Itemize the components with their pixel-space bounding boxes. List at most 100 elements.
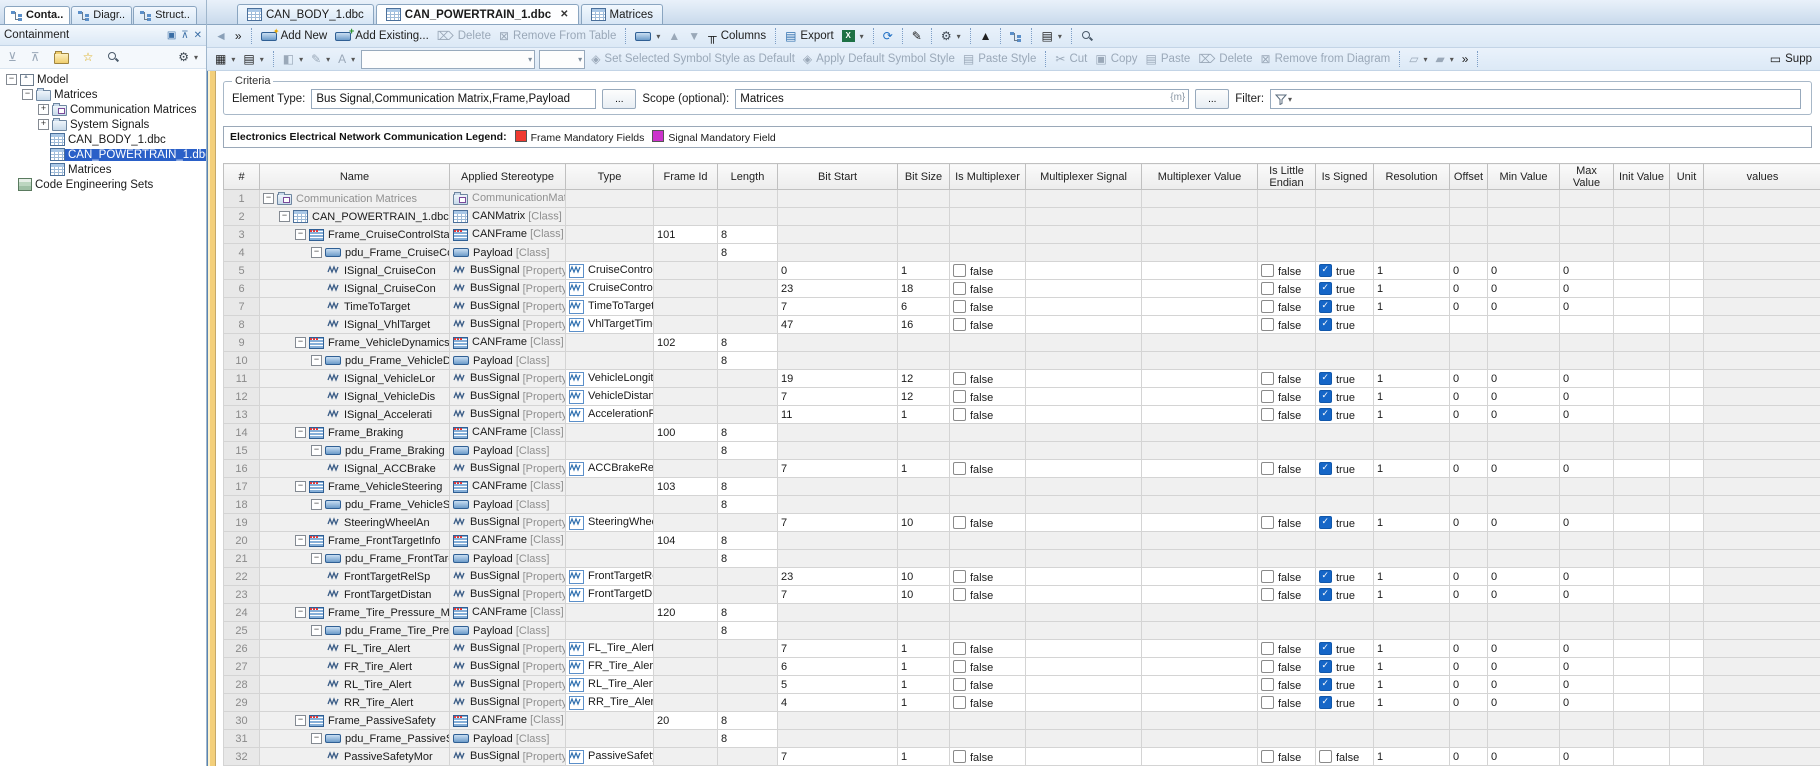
cell-max_value[interactable] bbox=[1560, 604, 1614, 622]
cell-is_signed[interactable] bbox=[1316, 424, 1374, 442]
cell-bit_start[interactable] bbox=[778, 712, 898, 730]
column-header-type[interactable]: Type bbox=[566, 164, 654, 190]
cell-frame_id[interactable] bbox=[654, 748, 718, 766]
cell-bit_size[interactable]: 12 bbox=[898, 370, 950, 388]
cell-bit_start[interactable]: 4 bbox=[778, 694, 898, 712]
cell-stereotype[interactable]: BusSignal [Property] bbox=[450, 658, 566, 676]
cell-bit_size[interactable]: 1 bbox=[898, 460, 950, 478]
cell-multiplexer_value[interactable] bbox=[1142, 406, 1258, 424]
cell-is_little_endian[interactable]: false bbox=[1258, 388, 1316, 406]
cell-is_little_endian[interactable]: false bbox=[1258, 568, 1316, 586]
cell-multiplexer_value[interactable] bbox=[1142, 730, 1258, 748]
is-little-endian-checkbox[interactable] bbox=[1261, 372, 1274, 385]
cell-unit[interactable] bbox=[1670, 298, 1704, 316]
cell-init_value[interactable] bbox=[1614, 730, 1670, 748]
left-tab-struct[interactable]: Struct.. bbox=[133, 6, 197, 24]
cell-init_value[interactable] bbox=[1614, 208, 1670, 226]
cell-bit_size[interactable]: 10 bbox=[898, 514, 950, 532]
is-multiplexer-checkbox[interactable] bbox=[953, 318, 966, 331]
cell-name[interactable]: ISignal_CruiseCon bbox=[260, 262, 450, 280]
cell-multiplexer_signal[interactable] bbox=[1026, 712, 1142, 730]
cell-multiplexer_value[interactable] bbox=[1142, 388, 1258, 406]
cell-bit_start[interactable]: 7 bbox=[778, 298, 898, 316]
distribute-icon[interactable]: ▰▾ bbox=[1432, 52, 1458, 66]
is-signed-checkbox[interactable] bbox=[1319, 408, 1332, 421]
cell-is_multiplexer[interactable] bbox=[950, 730, 1026, 748]
cell-max_value[interactable]: 0 bbox=[1560, 406, 1614, 424]
cell-offset[interactable] bbox=[1450, 496, 1488, 514]
cell-is_multiplexer[interactable] bbox=[950, 208, 1026, 226]
cell-multiplexer_signal[interactable] bbox=[1026, 298, 1142, 316]
cell-min_value[interactable] bbox=[1488, 712, 1560, 730]
cell-bit_start[interactable] bbox=[778, 532, 898, 550]
cell-resolution[interactable] bbox=[1374, 478, 1450, 496]
cell-unit[interactable] bbox=[1670, 694, 1704, 712]
cell-frame_id[interactable] bbox=[654, 550, 718, 568]
cell-multiplexer_signal[interactable] bbox=[1026, 694, 1142, 712]
cell-unit[interactable] bbox=[1670, 622, 1704, 640]
cell-bit_start[interactable] bbox=[778, 424, 898, 442]
cell-length[interactable]: 8 bbox=[718, 226, 778, 244]
gear-icon[interactable]: ⚙▾ bbox=[937, 29, 965, 43]
cell-min_value[interactable] bbox=[1488, 208, 1560, 226]
left-tab-conta[interactable]: Conta.. bbox=[4, 6, 70, 24]
cell-is_signed[interactable] bbox=[1316, 496, 1374, 514]
cell-bit_start[interactable] bbox=[778, 226, 898, 244]
tree-item-code-engineering-sets[interactable]: Code Engineering Sets bbox=[0, 177, 206, 192]
close-icon[interactable]: ✕ bbox=[194, 30, 202, 41]
cell-length[interactable]: 8 bbox=[718, 478, 778, 496]
cell-resolution[interactable] bbox=[1374, 352, 1450, 370]
column-header-values[interactable]: values bbox=[1704, 164, 1820, 190]
is-little-endian-checkbox[interactable] bbox=[1261, 570, 1274, 583]
cell-min_value[interactable] bbox=[1488, 190, 1560, 208]
cell-frame_id[interactable] bbox=[654, 442, 718, 460]
cell-multiplexer_signal[interactable] bbox=[1026, 262, 1142, 280]
cell-unit[interactable] bbox=[1670, 406, 1704, 424]
cell-unit[interactable] bbox=[1670, 550, 1704, 568]
cell-is_multiplexer[interactable]: false bbox=[950, 460, 1026, 478]
cell-resolution[interactable]: 1 bbox=[1374, 406, 1450, 424]
cell-init_value[interactable] bbox=[1614, 334, 1670, 352]
cell-offset[interactable] bbox=[1450, 730, 1488, 748]
cell-max_value[interactable] bbox=[1560, 712, 1614, 730]
remove-from-table-button[interactable]: ⊠Remove From Table bbox=[495, 29, 620, 43]
cell-is_signed[interactable] bbox=[1316, 442, 1374, 460]
add-existing----button[interactable]: Add Existing... bbox=[331, 29, 433, 43]
cell-is_multiplexer[interactable] bbox=[950, 244, 1026, 262]
cell-resolution[interactable] bbox=[1374, 226, 1450, 244]
cell-name[interactable]: −Frame_VehicleDynamics bbox=[260, 334, 450, 352]
cell-name[interactable]: ISignal_VehicleLor bbox=[260, 370, 450, 388]
cell-bit_size[interactable]: 10 bbox=[898, 568, 950, 586]
cell-bit_size[interactable]: 1 bbox=[898, 694, 950, 712]
cell-min_value[interactable] bbox=[1488, 532, 1560, 550]
cell-unit[interactable] bbox=[1670, 586, 1704, 604]
cell-unit[interactable] bbox=[1670, 514, 1704, 532]
cell-min_value[interactable]: 0 bbox=[1488, 676, 1560, 694]
cell-multiplexer_value[interactable] bbox=[1142, 640, 1258, 658]
cell-max_value[interactable]: 0 bbox=[1560, 460, 1614, 478]
cell-init_value[interactable] bbox=[1614, 190, 1670, 208]
cell-multiplexer_value[interactable] bbox=[1142, 298, 1258, 316]
cell-type[interactable] bbox=[566, 730, 654, 748]
cell-multiplexer_value[interactable] bbox=[1142, 190, 1258, 208]
cell-bit_size[interactable] bbox=[898, 496, 950, 514]
column-header-name[interactable]: Name bbox=[260, 164, 450, 190]
is-signed-checkbox[interactable] bbox=[1319, 282, 1332, 295]
cell-multiplexer_signal[interactable] bbox=[1026, 514, 1142, 532]
cell-multiplexer_signal[interactable] bbox=[1026, 424, 1142, 442]
cell-is_multiplexer[interactable]: false bbox=[950, 568, 1026, 586]
row-expander-icon[interactable]: − bbox=[295, 715, 306, 726]
cell-stereotype[interactable]: BusSignal [Property] bbox=[450, 280, 566, 298]
cell-min_value[interactable] bbox=[1488, 424, 1560, 442]
is-signed-checkbox[interactable] bbox=[1319, 570, 1332, 583]
cell-stereotype[interactable]: Payload [Class] bbox=[450, 244, 566, 262]
cell-bit_start[interactable] bbox=[778, 730, 898, 748]
cell-is_signed[interactable] bbox=[1316, 532, 1374, 550]
cell-resolution[interactable] bbox=[1374, 622, 1450, 640]
cell-is_multiplexer[interactable] bbox=[950, 622, 1026, 640]
cell-max_value[interactable]: 0 bbox=[1560, 514, 1614, 532]
cell-is_little_endian[interactable] bbox=[1258, 424, 1316, 442]
is-multiplexer-checkbox[interactable] bbox=[953, 462, 966, 475]
cell-resolution[interactable] bbox=[1374, 712, 1450, 730]
row-expander-icon[interactable]: − bbox=[295, 427, 306, 438]
